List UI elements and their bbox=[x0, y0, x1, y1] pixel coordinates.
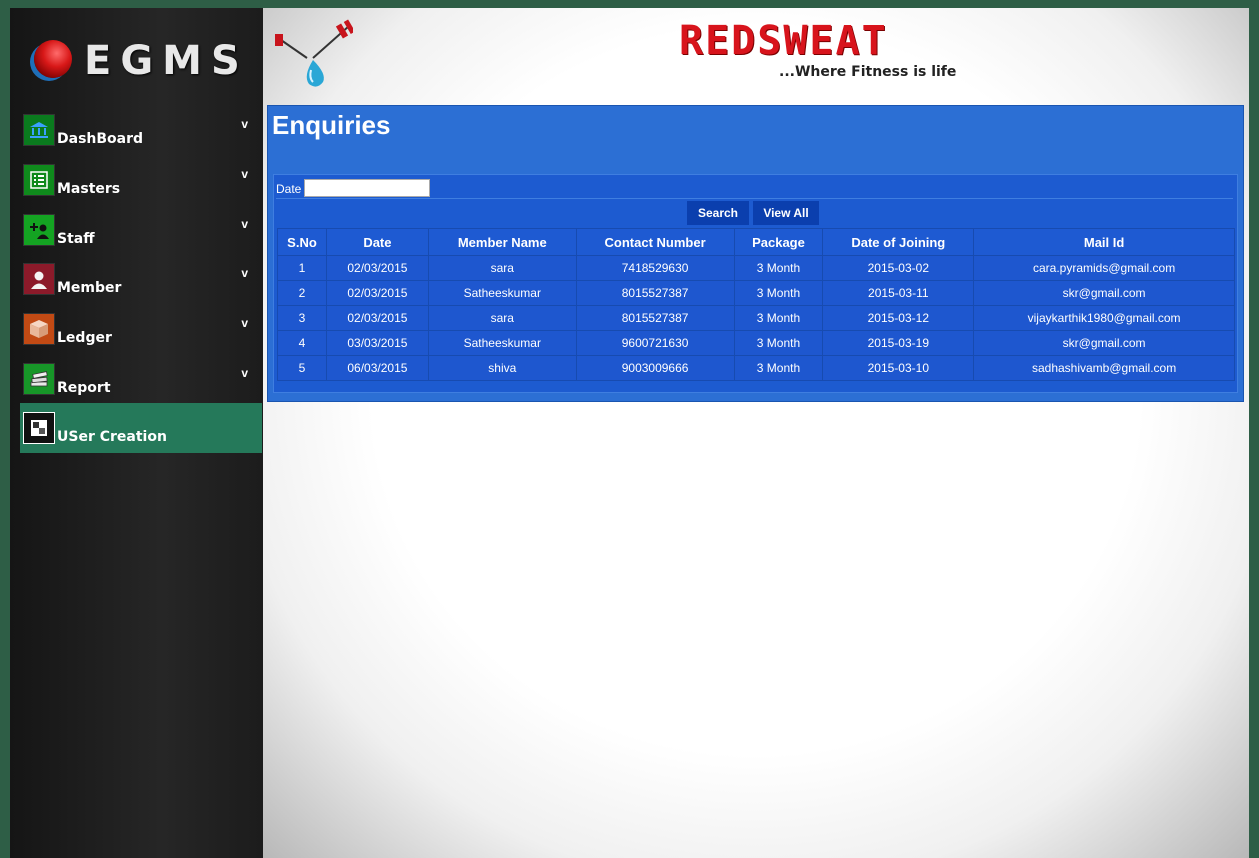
chevron-down-icon: v bbox=[241, 266, 248, 280]
table-cell: 2015-03-11 bbox=[822, 280, 975, 306]
sidebar-item-label: DashBoard bbox=[57, 131, 144, 147]
table-cell: 3 Month bbox=[733, 355, 824, 381]
column-header[interactable]: Date of Joining bbox=[822, 228, 975, 256]
table-row[interactable]: 1 02/03/2015 sara 7418529630 3 Month 201… bbox=[277, 255, 1235, 281]
table-cell: 2015-03-12 bbox=[822, 305, 975, 331]
table-cell: vijaykarthik1980@gmail.com bbox=[973, 305, 1235, 331]
table-row[interactable]: 2 02/03/2015 Satheeskumar 8015527387 3 M… bbox=[277, 280, 1235, 306]
table-cell: 03/03/2015 bbox=[325, 330, 429, 356]
sidebar-item-masters[interactable]: Masters v bbox=[20, 161, 262, 207]
sidebar-item-label: Staff bbox=[57, 231, 95, 247]
chevron-down-icon: v bbox=[241, 316, 248, 330]
table-cell: 3 Month bbox=[733, 280, 824, 306]
main-content: REDSWEAT ...Where Fitness is life Enquir… bbox=[263, 8, 1249, 858]
books-icon bbox=[23, 363, 55, 395]
sidebar-item-staff[interactable]: Staff v bbox=[20, 211, 262, 257]
column-header[interactable]: Contact Number bbox=[575, 228, 735, 256]
search-button[interactable]: Search bbox=[687, 201, 749, 225]
chevron-down-icon: v bbox=[241, 217, 248, 231]
table-cell: skr@gmail.com bbox=[973, 330, 1235, 356]
enquiries-table: S.No Date Member Name Contact Number Pac… bbox=[277, 228, 1235, 381]
table-cell: 02/03/2015 bbox=[325, 255, 429, 281]
filter-box: Date Search View All S.No Date Member Na… bbox=[273, 174, 1238, 393]
column-header[interactable]: Date bbox=[325, 228, 429, 256]
box-icon bbox=[23, 313, 55, 345]
date-label: Date bbox=[276, 182, 302, 196]
app-frame: EGMS DashBoard v Masters v Staff v Membe… bbox=[10, 8, 1249, 858]
table-cell: 3 Month bbox=[733, 305, 824, 331]
table-cell: sadhashivamb@gmail.com bbox=[973, 355, 1235, 381]
page-title: Enquiries bbox=[272, 110, 391, 140]
table-cell: 8015527387 bbox=[575, 305, 735, 331]
sidebar-item-dashboard[interactable]: DashBoard v bbox=[20, 111, 262, 157]
table-row[interactable]: 3 02/03/2015 sara 8015527387 3 Month 201… bbox=[277, 305, 1235, 331]
table-cell: 9600721630 bbox=[575, 330, 735, 356]
table-cell: Satheeskumar bbox=[427, 280, 577, 306]
sidebar-item-label: Member bbox=[57, 280, 122, 296]
user-card-icon bbox=[23, 412, 55, 444]
table-cell: 02/03/2015 bbox=[325, 305, 429, 331]
button-row: Search View All bbox=[276, 198, 1233, 227]
sidebar-item-user-creation[interactable]: USer Creation bbox=[20, 403, 262, 453]
dumbbell-drop-icon bbox=[273, 18, 356, 88]
table-cell: 5 bbox=[277, 355, 327, 381]
sidebar-item-label: USer Creation bbox=[57, 429, 167, 445]
column-header[interactable]: Member Name bbox=[427, 228, 577, 256]
logo-ball-icon bbox=[34, 40, 72, 78]
table-row[interactable]: 5 06/03/2015 shiva 9003009666 3 Month 20… bbox=[277, 355, 1235, 381]
column-header[interactable]: Mail Id bbox=[973, 228, 1235, 256]
sidebar-item-label: Ledger bbox=[57, 330, 112, 346]
sidebar-item-ledger[interactable]: Ledger v bbox=[20, 310, 262, 356]
table-cell: cara.pyramids@gmail.com bbox=[973, 255, 1235, 281]
table-cell: 2 bbox=[277, 280, 327, 306]
table-cell: 2015-03-02 bbox=[822, 255, 975, 281]
app-logo: EGMS bbox=[32, 36, 252, 86]
table-cell: skr@gmail.com bbox=[973, 280, 1235, 306]
bank-icon bbox=[23, 114, 55, 146]
table-cell: sara bbox=[427, 305, 577, 331]
table-cell: 7418529630 bbox=[575, 255, 735, 281]
date-input[interactable] bbox=[304, 179, 430, 197]
sidebar: EGMS DashBoard v Masters v Staff v Membe… bbox=[10, 8, 263, 858]
table-cell: 9003009666 bbox=[575, 355, 735, 381]
table-cell: 8015527387 bbox=[575, 280, 735, 306]
table-cell: 02/03/2015 bbox=[325, 280, 429, 306]
table-header-row: S.No Date Member Name Contact Number Pac… bbox=[277, 228, 1235, 256]
add-user-icon bbox=[23, 214, 55, 246]
column-header[interactable]: S.No bbox=[277, 228, 327, 256]
table-cell: shiva bbox=[427, 355, 577, 381]
column-header[interactable]: Package bbox=[733, 228, 824, 256]
table-cell: 4 bbox=[277, 330, 327, 356]
table-cell: 06/03/2015 bbox=[325, 355, 429, 381]
sidebar-item-report[interactable]: Report v bbox=[20, 360, 262, 406]
logo-text: EGMS bbox=[84, 38, 249, 84]
chevron-down-icon: v bbox=[241, 167, 248, 181]
view-all-button[interactable]: View All bbox=[753, 201, 819, 225]
table-cell: 3 Month bbox=[733, 330, 824, 356]
table-cell: 3 Month bbox=[733, 255, 824, 281]
table-cell: 2015-03-10 bbox=[822, 355, 975, 381]
table-cell: Satheeskumar bbox=[427, 330, 577, 356]
enquiries-panel: Enquiries Date Search View All S.No Date… bbox=[267, 105, 1244, 402]
brand-name: REDSWEAT bbox=[679, 18, 888, 64]
brand-tagline: ...Where Fitness is life bbox=[779, 64, 957, 80]
sidebar-item-member[interactable]: Member v bbox=[20, 260, 262, 306]
chevron-down-icon: v bbox=[241, 366, 248, 380]
table-cell: 1 bbox=[277, 255, 327, 281]
header: REDSWEAT ...Where Fitness is life bbox=[263, 8, 1249, 104]
list-icon bbox=[23, 164, 55, 196]
table-cell: 3 bbox=[277, 305, 327, 331]
table-row[interactable]: 4 03/03/2015 Satheeskumar 9600721630 3 M… bbox=[277, 330, 1235, 356]
sidebar-item-label: Masters bbox=[57, 181, 121, 197]
table-cell: sara bbox=[427, 255, 577, 281]
chevron-down-icon: v bbox=[241, 117, 248, 131]
table-cell: 2015-03-19 bbox=[822, 330, 975, 356]
sidebar-item-label: Report bbox=[57, 380, 111, 396]
person-icon bbox=[23, 263, 55, 295]
